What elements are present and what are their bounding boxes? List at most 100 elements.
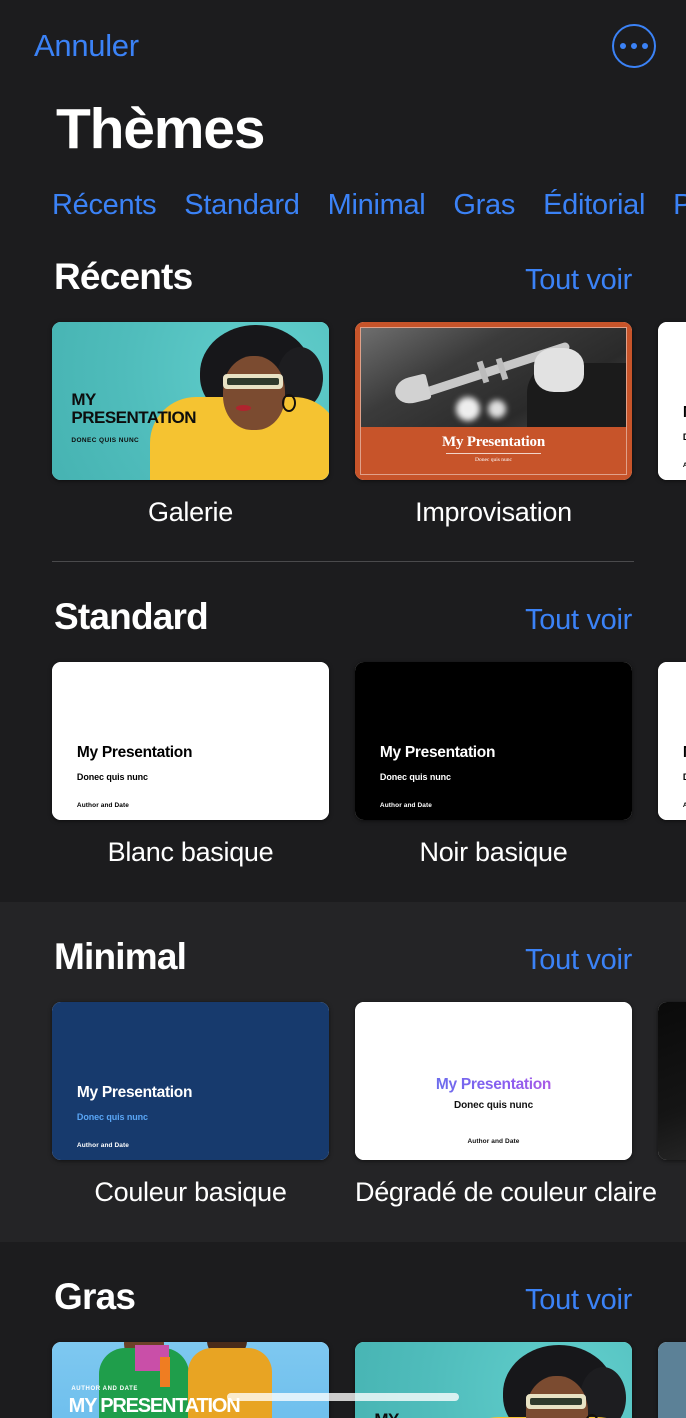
slide-art-steel [658,1341,686,1418]
earring-shape [281,394,296,413]
theme-row-recents[interactable]: MY PRESENTATION DONEC QUIS NUNC Galerie [0,298,686,528]
slide-art-bold-duo: AUTHOR AND DATE MY PRESENTATION Donec qu… [52,1341,329,1418]
dot-1 [619,42,627,50]
cancel-button[interactable]: Annuler [34,28,139,64]
theme-row-minimal[interactable]: My Presentation Donec quis nunc Author a… [0,978,686,1208]
slide-title-line1: MY [374,1410,399,1418]
section-header: Standard Tout voir [0,562,686,638]
slide-title: My Presentation [76,1083,193,1101]
section-header: Minimal Tout voir [0,902,686,978]
tab-recents[interactable]: Récents [52,189,157,222]
slide-title-line1: MY [71,390,96,410]
theme-card-couleur-basique[interactable]: My Presentation Donec quis nunc Author a… [52,1001,329,1208]
theme-name: Blanc basique [107,836,274,867]
slide-art-galerie: MY PRESENTATION DONEC QUIS NUNC [52,321,329,480]
tab-editorial[interactable]: Éditorial [543,189,645,222]
slide-art-gradient-light: My Presentation Donec quis nunc Author a… [355,1001,632,1160]
category-tabs[interactable]: Récents Standard Minimal Gras Éditorial … [0,161,686,222]
slide-subtitle: Donec quis nunc [379,772,451,783]
slide-author: AUTHOR AND DATE [71,1385,139,1392]
dot-2 [630,42,638,50]
theme-thumbnail[interactable]: My Presentation Donec quis nunc Author a… [658,661,686,820]
theme-card-partial[interactable] [658,1001,686,1208]
slide-art-white: My Presentation Donec quis nunc Author a… [658,321,686,480]
theme-row-standard[interactable]: My Presentation Donec quis nunc Author a… [0,638,686,868]
theme-thumbnail[interactable]: MY PRESENTATION DONEC QUIS NUNC [355,1341,632,1418]
section-title: Minimal [54,935,187,977]
more-circle-icon[interactable] [612,24,656,68]
bokeh-light-1 [456,397,481,421]
theme-card-gras-1[interactable]: AUTHOR AND DATE MY PRESENTATION Donec qu… [52,1341,329,1418]
theme-thumbnail[interactable]: My Presentation Donec quis nunc Author a… [355,1001,632,1160]
see-all-button-minimal[interactable]: Tout voir [525,944,632,977]
theme-thumbnail[interactable]: My Presentation Donec quis nunc Author a… [52,661,329,820]
see-all-button-standard[interactable]: Tout voir [525,604,632,637]
slide-art-black: My Presentation Donec quis nunc Author a… [355,661,632,820]
tab-gras[interactable]: Gras [453,189,515,222]
bokeh-light-2 [488,400,507,419]
slide-art-dark-gradient [658,1001,686,1160]
section-standard: Standard Tout voir My Presentation Donec… [0,562,686,902]
theme-card-partial[interactable]: My Presentation Donec quis nunc Author a… [658,321,686,528]
theme-name: Dégradé de couleur claire [355,1176,657,1207]
slide-title: MY PRESENTATION [68,1395,241,1418]
tab-portfolio[interactable]: Portfo [673,189,686,222]
section-header: Récents Tout voir [0,222,686,298]
slide-subtitle: DONEC QUIS NUNC [71,437,140,445]
section-minimal: Minimal Tout voir My Presentation Donec … [0,901,686,1242]
section-title: Standard [54,595,209,637]
theme-card-partial[interactable]: My Presentation Donec quis nunc Author a… [658,661,686,868]
slide-subtitle: Donec quis nunc [76,772,148,783]
see-all-button-recents[interactable]: Tout voir [525,264,632,297]
theme-card-gras-2[interactable]: MY PRESENTATION DONEC QUIS NUNC [355,1341,632,1418]
title-band: My Presentation Donec quis nunc [361,426,626,474]
slide-art-white: My Presentation Donec quis nunc Author a… [658,661,686,820]
theme-card-blanc-basique[interactable]: My Presentation Donec quis nunc Author a… [52,661,329,868]
home-indicator[interactable] [227,1393,459,1401]
theme-card-degrade-couleur-claire[interactable]: My Presentation Donec quis nunc Author a… [355,1001,657,1208]
theme-card-noir-basique[interactable]: My Presentation Donec quis nunc Author a… [355,661,632,868]
theme-thumbnail[interactable]: MY PRESENTATION DONEC QUIS NUNC [52,321,329,480]
section-title: Récents [54,255,193,297]
navigation-bar: Annuler [0,0,686,92]
slide-author: Author and Date [379,801,432,809]
theme-thumbnail[interactable]: My Presentation Donec quis nunc Author a… [355,661,632,820]
theme-thumbnail[interactable]: My Presentation Donec quis nunc Author a… [52,1001,329,1160]
slide-title: MY PRESENTATION [71,391,196,427]
theme-row-gras[interactable]: AUTHOR AND DATE MY PRESENTATION Donec qu… [0,1318,686,1418]
theme-thumbnail[interactable]: My Presentation Donec quis nunc Author a… [658,321,686,480]
slide-art-galerie-bold: MY PRESENTATION DONEC QUIS NUNC [355,1341,632,1418]
theme-name: Noir basique [419,836,568,867]
slide-art-improvisation: My Presentation Donec quis nunc [355,321,632,480]
theme-thumbnail[interactable] [658,1341,686,1418]
theme-thumbnail[interactable]: AUTHOR AND DATE MY PRESENTATION Donec qu… [52,1341,329,1418]
section-header: Gras Tout voir [0,1242,686,1318]
section-gras: Gras Tout voir AUTHOR AND DATE MY PRESEN… [0,1242,686,1418]
tab-minimal[interactable]: Minimal [328,189,426,222]
divider-rule [445,453,542,455]
theme-card-partial[interactable] [658,1341,686,1418]
theme-thumbnail[interactable]: My Presentation Donec quis nunc [355,321,632,480]
slide-title: My Presentation [355,1076,632,1094]
slide-title: MY PRESENTATION [374,1411,499,1418]
slide-inner-frame: My Presentation Donec quis nunc [360,326,627,475]
theme-thumbnail[interactable] [658,1001,686,1160]
slide-title: My Presentation [442,433,545,450]
trumpet-bell [392,373,433,408]
see-all-button-gras[interactable]: Tout voir [525,1284,632,1317]
sunglasses-shape [526,1393,587,1409]
theme-card-improvisation[interactable]: My Presentation Donec quis nunc Improvis… [355,321,632,528]
tab-standard[interactable]: Standard [184,189,300,222]
slide-art-white: My Presentation Donec quis nunc Author a… [52,661,329,820]
page-title: Thèmes [56,97,265,161]
theme-name: Couleur basique [94,1176,287,1207]
theme-name: Galerie [148,496,233,527]
slide-author: Author and Date [467,1138,520,1146]
face-shape [222,356,285,431]
slide-author: Author and Date [76,801,129,809]
tie-shape [160,1357,171,1388]
slide-subtitle: Donec quis nunc [453,1099,534,1111]
theme-card-galerie[interactable]: MY PRESENTATION DONEC QUIS NUNC Galerie [52,321,329,528]
